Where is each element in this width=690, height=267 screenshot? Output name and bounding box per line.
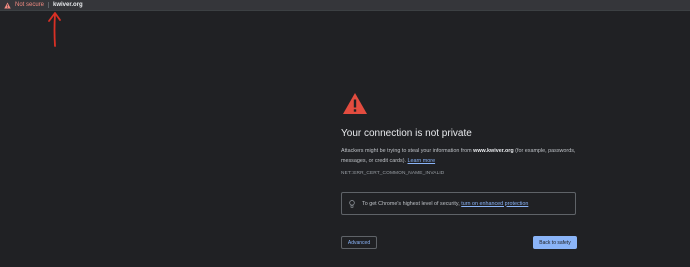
learn-more-link[interactable]: Learn more: [408, 158, 436, 164]
red-arrow-icon: [48, 12, 61, 47]
description-text: Attackers might be trying to steal your …: [341, 148, 474, 154]
lightbulb-icon: [349, 199, 355, 208]
url-text[interactable]: kwiver.org: [53, 0, 83, 10]
not-secure-label[interactable]: Not secure: [15, 0, 44, 10]
error-code: NET::ERR_CERT_COMMON_NAME_INVALID: [341, 171, 445, 176]
warning-triangle-icon[interactable]: [4, 2, 11, 9]
address-separator: [48, 2, 50, 8]
enhanced-protection-tip: To get Chrome's highest level of securit…: [341, 192, 576, 215]
warning-triangle-icon: [343, 93, 367, 114]
description: Attackers might be trying to steal your …: [341, 147, 581, 166]
enhanced-protection-link[interactable]: turn on enhanced protection: [461, 201, 528, 207]
tip-text: To get Chrome's highest level of securit…: [362, 201, 528, 207]
page-title: Your connection is not private: [341, 128, 472, 139]
domain-name: www.kwiver.org: [473, 148, 514, 154]
page: Not secure kwiver.org Your connection is…: [0, 0, 690, 267]
back-to-safety-button[interactable]: Back to safety: [533, 236, 577, 249]
advanced-button[interactable]: Advanced: [341, 236, 377, 249]
tip-text-label: To get Chrome's highest level of securit…: [362, 200, 462, 207]
address-bar[interactable]: Not secure kwiver.org: [0, 0, 690, 11]
